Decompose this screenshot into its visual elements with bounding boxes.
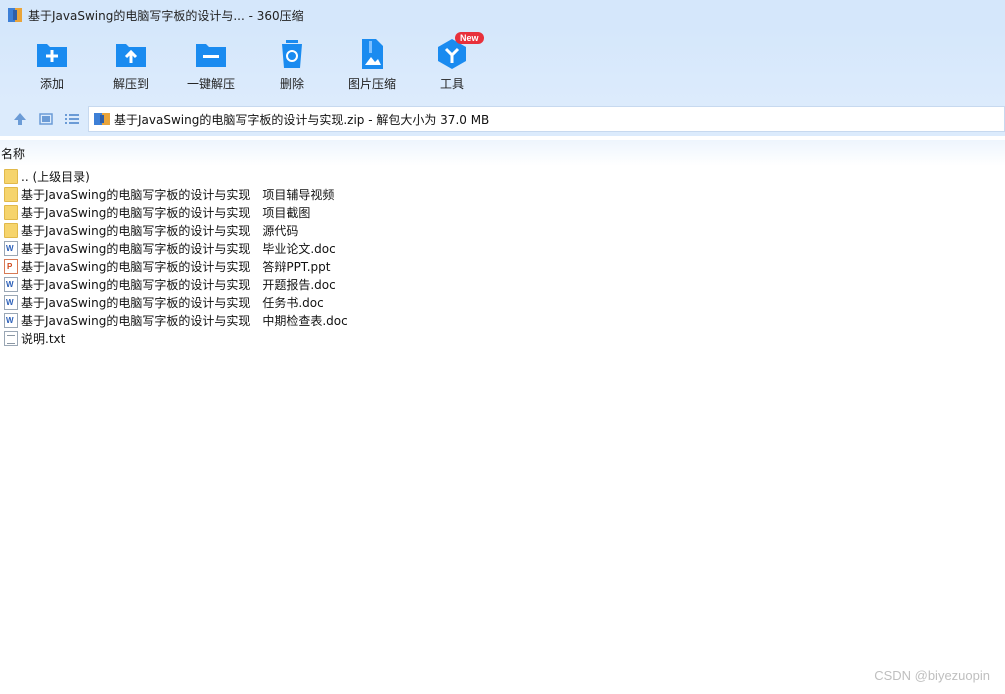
- extract-to-button[interactable]: 解压到: [93, 38, 169, 96]
- list-item[interactable]: 基于JavaSwing的电脑写字板的设计与实现 中期检查表.doc: [0, 311, 1005, 329]
- column-header-row: 名称: [0, 140, 1005, 166]
- title-bar: 基于JavaSwing的电脑写字板的设计与... - 360压缩: [0, 0, 1005, 30]
- toolbar: 添加 解压到 一键解压 删除 图片压缩 New 工具: [0, 30, 1005, 102]
- powerpoint-document-icon: [4, 258, 18, 274]
- add-button-label: 添加: [39, 77, 64, 91]
- path-field[interactable]: 基于JavaSwing的电脑写字板的设计与实现.zip - 解包大小为 37.0…: [88, 106, 1005, 132]
- file-name: 基于JavaSwing的电脑写字板的设计与实现 任务书.doc: [21, 295, 324, 310]
- up-arrow-icon[interactable]: [12, 111, 28, 127]
- list-view-icon[interactable]: [64, 111, 80, 127]
- one-click-extract-button-label: 一键解压: [186, 77, 235, 91]
- tools-icon: New: [435, 32, 484, 70]
- list-item[interactable]: 说明.txt: [0, 329, 1005, 347]
- word-document-icon: [4, 294, 18, 310]
- file-name: 基于JavaSwing的电脑写字板的设计与实现 开题报告.doc: [21, 277, 336, 292]
- file-name: 基于JavaSwing的电脑写字板的设计与实现 中期检查表.doc: [21, 313, 348, 328]
- delete-icon: [275, 38, 309, 70]
- list-item[interactable]: 基于JavaSwing的电脑写字板的设计与实现 毕业论文.doc: [0, 239, 1005, 257]
- thumbnail-view-icon[interactable]: [38, 111, 54, 127]
- list-item[interactable]: 基于JavaSwing的电脑写字板的设计与实现 开题报告.doc: [0, 275, 1005, 293]
- navigation-bar: 基于JavaSwing的电脑写字板的设计与实现.zip - 解包大小为 37.0…: [0, 102, 1005, 136]
- image-compress-button[interactable]: 图片压缩: [334, 38, 410, 96]
- extract-to-button-label: 解压到: [112, 77, 149, 91]
- word-document-icon: [4, 312, 18, 328]
- window-title: 基于JavaSwing的电脑写字板的设计与... - 360压缩: [28, 8, 304, 23]
- word-document-icon: [4, 240, 18, 256]
- file-name: .. (上级目录): [21, 169, 90, 184]
- one-click-extract-icon: [194, 38, 228, 70]
- folder-icon: [4, 168, 18, 184]
- file-name: 基于JavaSwing的电脑写字板的设计与实现 源代码: [21, 223, 299, 238]
- image-compress-icon: [355, 38, 389, 70]
- text-file-icon: [4, 330, 18, 346]
- file-name: 基于JavaSwing的电脑写字板的设计与实现 项目辅导视频: [21, 187, 335, 202]
- one-click-extract-button[interactable]: 一键解压: [173, 38, 249, 96]
- folder-icon: [4, 222, 18, 238]
- file-name: 基于JavaSwing的电脑写字板的设计与实现 毕业论文.doc: [21, 241, 336, 256]
- list-item[interactable]: 基于JavaSwing的电脑写字板的设计与实现 源代码: [0, 221, 1005, 239]
- delete-button[interactable]: 删除: [254, 38, 330, 96]
- folder-icon: [4, 204, 18, 220]
- add-icon: [35, 38, 69, 70]
- new-badge: New: [455, 32, 484, 44]
- file-name: 基于JavaSwing的电脑写字板的设计与实现 项目截图: [21, 205, 311, 220]
- tools-button[interactable]: New 工具: [414, 32, 490, 96]
- folder-icon: [4, 186, 18, 202]
- list-item[interactable]: 基于JavaSwing的电脑写字板的设计与实现 答辩PPT.ppt: [0, 257, 1005, 275]
- list-item[interactable]: 基于JavaSwing的电脑写字板的设计与实现 项目截图: [0, 203, 1005, 221]
- file-name: 基于JavaSwing的电脑写字板的设计与实现 答辩PPT.ppt: [21, 259, 331, 274]
- app-logo-icon: [8, 8, 22, 22]
- list-item[interactable]: 基于JavaSwing的电脑写字板的设计与实现 任务书.doc: [0, 293, 1005, 311]
- list-item[interactable]: 基于JavaSwing的电脑写字板的设计与实现 项目辅导视频: [0, 185, 1005, 203]
- extract-to-icon: [114, 38, 148, 70]
- delete-button-label: 删除: [279, 77, 304, 91]
- file-name: 说明.txt: [21, 331, 66, 346]
- tools-button-label: 工具: [439, 77, 464, 91]
- column-header-name[interactable]: 名称: [1, 145, 25, 162]
- list-item-parent-directory[interactable]: .. (上级目录): [0, 167, 1005, 185]
- file-list: .. (上级目录) 基于JavaSwing的电脑写字板的设计与实现 项目辅导视频…: [0, 167, 1005, 347]
- image-compress-button-label: 图片压缩: [347, 77, 396, 91]
- zip-archive-icon: [94, 112, 110, 126]
- watermark: CSDN @biyezuopin: [874, 668, 990, 683]
- archive-path-text: 基于JavaSwing的电脑写字板的设计与实现.zip - 解包大小为 37.0…: [114, 112, 490, 127]
- add-button[interactable]: 添加: [14, 38, 90, 96]
- word-document-icon: [4, 276, 18, 292]
